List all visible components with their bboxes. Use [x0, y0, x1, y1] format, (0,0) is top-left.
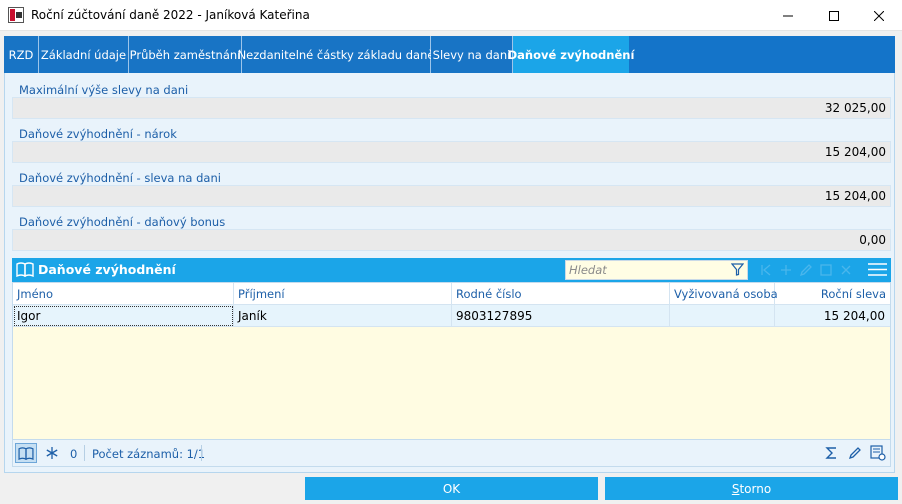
storno-label: torno [739, 481, 772, 496]
book-icon [18, 446, 34, 460]
cell-rocni-sleva[interactable]: 15 204,00 [775, 305, 890, 327]
close-icon [874, 10, 884, 21]
storno-button[interactable]: Storno [605, 477, 898, 500]
edit-button[interactable] [844, 443, 866, 463]
sigma-icon [824, 447, 836, 459]
first-record-icon[interactable] [759, 263, 773, 277]
filter-count: 0 [70, 447, 78, 461]
tab-zakladni-udaje[interactable]: Základní údaje [39, 36, 129, 73]
column-header-prijmeni[interactable]: Příjmení [234, 283, 452, 305]
save-record-icon[interactable] [819, 263, 833, 277]
list-settings-icon [870, 445, 886, 461]
column-header-rocni-sleva[interactable]: Roční sleva [775, 283, 890, 305]
minimize-button[interactable] [765, 0, 811, 31]
table-row[interactable]: Igor Janík 9803127895 15 204,00 [13, 305, 890, 327]
tab-label: Nezdanitelné částky základu daně [237, 47, 435, 62]
tab-label: Slevy na dani [432, 47, 511, 62]
tab-slevy-na-dani[interactable]: Slevy na dani [431, 36, 513, 73]
status-separator [84, 445, 85, 461]
insert-record-icon[interactable] [779, 263, 793, 277]
main-panel: Maximální výše slevy na dani 32 025,00 D… [4, 73, 895, 473]
column-header-vyzivovana-osoba[interactable]: Vyživovaná osoba [670, 283, 778, 305]
title-bar: Roční zúčtování daně 2022 - Janíková Kat… [0, 0, 902, 31]
tab-label: Základní údaje [40, 47, 127, 62]
field-sleva-na-dani[interactable]: 15 204,00 [12, 185, 891, 207]
pencil-icon [848, 447, 861, 460]
cell-vyzivovana-osoba[interactable] [670, 305, 775, 327]
tab-label: RZD [8, 47, 34, 62]
record-count: Počet záznamů: 1/1 [92, 447, 206, 461]
field-label-narok: Daňové zvýhodnění - nárok [19, 127, 177, 141]
grid-column-headers: Jméno Příjmení Rodné číslo Vyživovaná os… [13, 283, 890, 305]
app-icon [8, 7, 24, 23]
data-grid: Jméno Příjmení Rodné číslo Vyživovaná os… [12, 282, 891, 440]
tab-label: Průběh zaměstnání [129, 47, 241, 62]
grid-header: Daňové zvýhodnění [12, 258, 891, 282]
edit-record-icon[interactable] [799, 263, 813, 277]
delete-record-icon[interactable] [839, 263, 853, 277]
tab-nezdanitelne-castky[interactable]: Nezdanitelné částky základu daně [238, 36, 434, 73]
cell-prijmeni[interactable]: Janík [234, 305, 452, 327]
close-button[interactable] [856, 0, 902, 31]
grid-status-bar: 0 Počet záznamů: 1/1 [12, 440, 891, 467]
field-narok[interactable]: 15 204,00 [12, 141, 891, 163]
snowflake-filter-button[interactable] [41, 443, 63, 463]
field-label-danovy-bonus: Daňové zvýhodnění - daňový bonus [19, 215, 226, 229]
storno-mnemonic: S [731, 481, 740, 496]
tab-danove-zvyhodneni[interactable]: Daňové zvýhodnění [508, 36, 634, 73]
tab-rzd[interactable]: RZD [4, 36, 39, 73]
field-label-max-sleva: Maximální výše slevy na dani [19, 83, 189, 97]
snowflake-icon [46, 447, 58, 459]
grid-title: Daňové zvýhodnění [38, 262, 176, 277]
book-icon [16, 262, 34, 280]
sum-button[interactable] [820, 443, 842, 463]
search-box [565, 260, 748, 280]
list-settings-button[interactable] [867, 443, 889, 463]
column-header-rodne-cislo[interactable]: Rodné číslo [452, 283, 670, 305]
book-view-button[interactable] [15, 443, 37, 463]
tab-prubeh-zamestnani[interactable]: Průběh zaměstnání [129, 36, 242, 73]
minimize-icon [783, 15, 793, 16]
filter-icon[interactable] [730, 263, 745, 279]
status-separator [201, 445, 202, 461]
cell-rodne-cislo[interactable]: 9803127895 [452, 305, 670, 327]
ok-button[interactable]: OK [305, 477, 598, 500]
maximize-icon [829, 10, 839, 21]
tab-bar: RZD Základní údaje Průběh zaměstnání Nez… [4, 36, 895, 73]
hamburger-menu-icon[interactable] [868, 262, 887, 280]
tab-label: Daňové zvýhodnění [507, 47, 635, 62]
field-label-sleva-na-dani: Daňové zvýhodnění - sleva na dani [19, 171, 221, 185]
field-danovy-bonus[interactable]: 0,00 [12, 229, 891, 251]
column-header-jmeno[interactable]: Jméno [13, 283, 234, 305]
cell-jmeno[interactable]: Igor [13, 305, 234, 327]
search-input[interactable] [566, 261, 726, 279]
field-max-sleva[interactable]: 32 025,00 [12, 97, 891, 119]
window-title: Roční zúčtování daně 2022 - Janíková Kat… [31, 8, 310, 22]
dialog-footer: OK Storno [0, 474, 902, 504]
maximize-button[interactable] [811, 0, 857, 31]
